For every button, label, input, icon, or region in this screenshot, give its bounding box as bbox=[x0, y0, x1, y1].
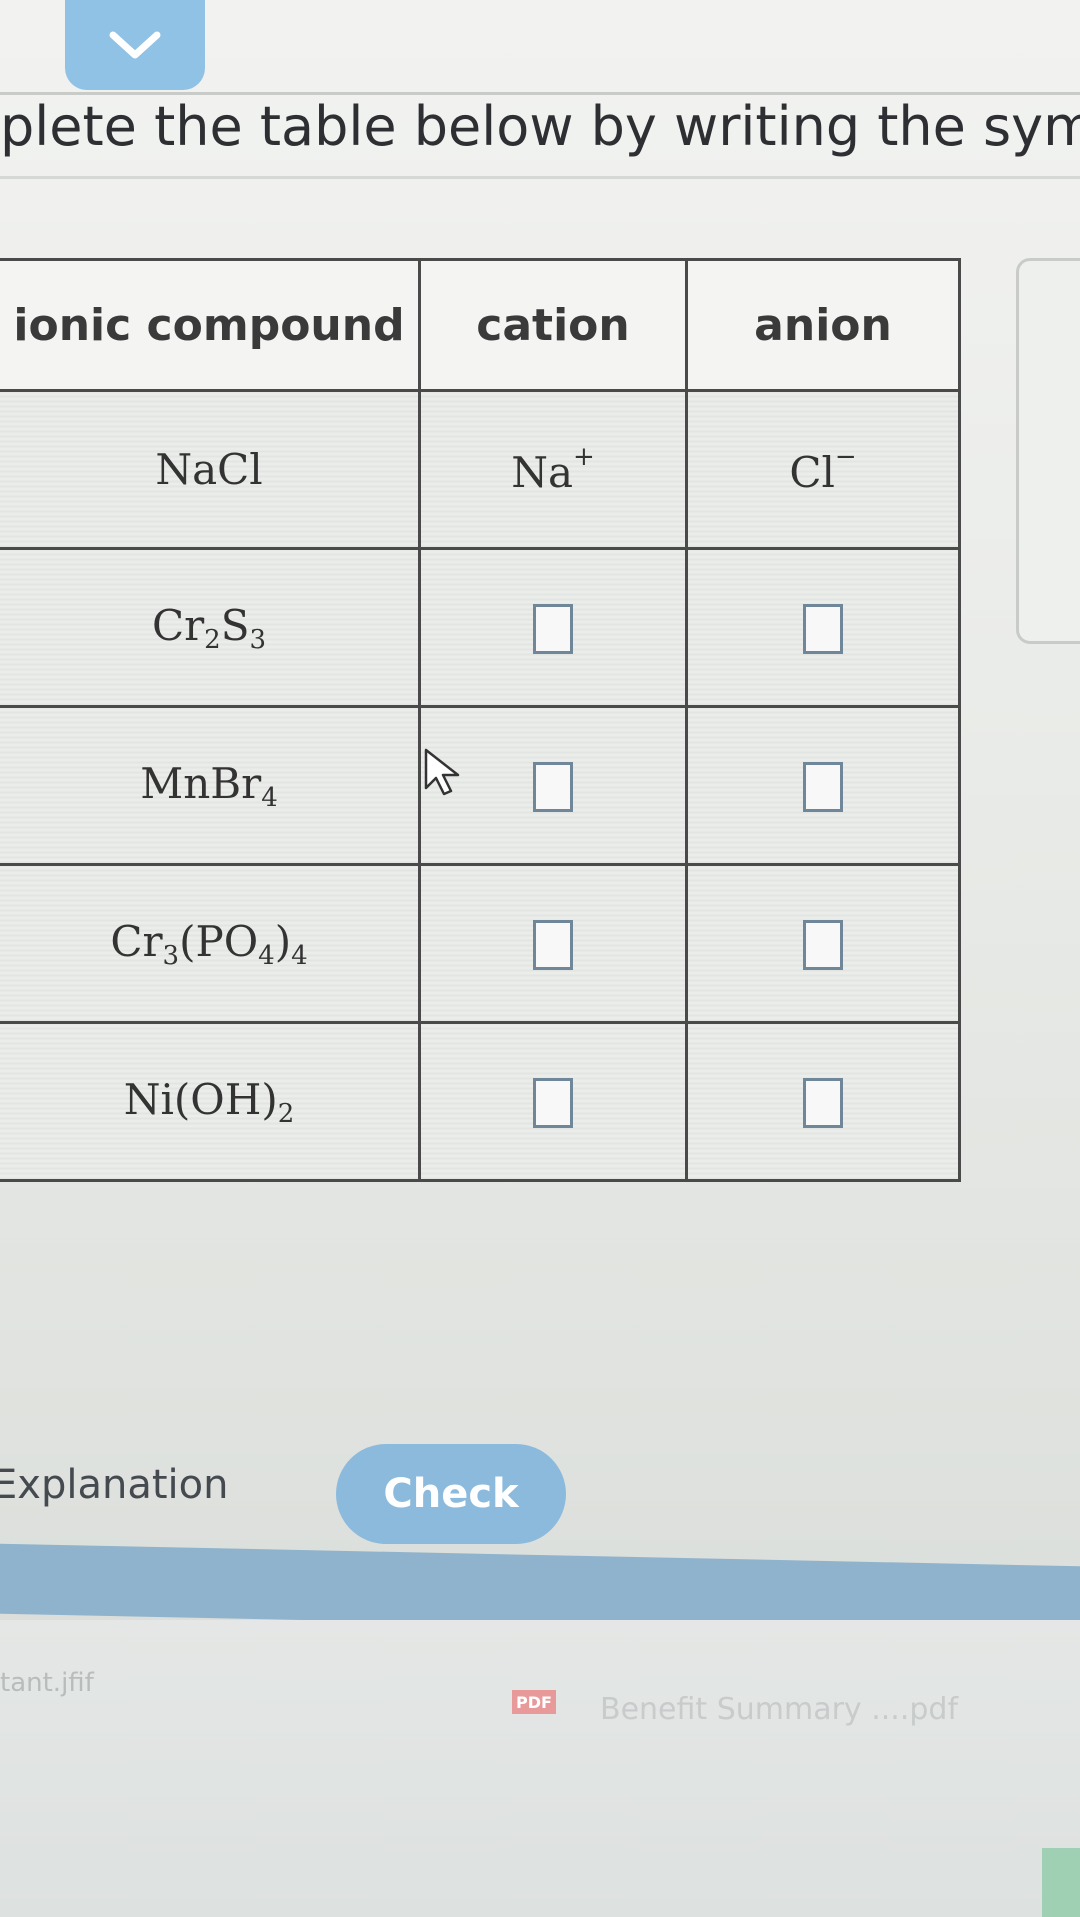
cell-cation[interactable] bbox=[418, 1021, 688, 1182]
cell-cation[interactable] bbox=[418, 547, 688, 708]
cell-anion[interactable] bbox=[685, 863, 961, 1024]
cation-input[interactable] bbox=[533, 920, 573, 970]
download-item-file1[interactable]: tant.jfif bbox=[0, 1668, 94, 1698]
pdf-file-icon: PDF bbox=[512, 1690, 556, 1714]
instruction-divider bbox=[0, 176, 1080, 179]
table-row: MnBr4 bbox=[0, 705, 961, 866]
compound-formula: Cr3(PO4)4 bbox=[110, 916, 308, 971]
cell-anion[interactable] bbox=[685, 547, 961, 708]
corner-tile bbox=[1042, 1848, 1080, 1917]
cell-anion: Cl− bbox=[685, 389, 961, 550]
cell-compound: Cr2S3 bbox=[0, 547, 421, 708]
cell-compound: NaCl bbox=[0, 389, 421, 550]
cell-cation: Na+ bbox=[418, 389, 688, 550]
table-body: NaCl Na+ Cl− Cr2S3 MnBr4 Cr3(PO4)4 Ni(OH)2 bbox=[0, 389, 961, 1182]
chevron-down-icon bbox=[109, 31, 161, 59]
side-panel-card[interactable] bbox=[1016, 258, 1080, 644]
cation-input[interactable] bbox=[533, 604, 573, 654]
screen: plete the table below by writing the sym… bbox=[0, 0, 1080, 1917]
cell-anion[interactable] bbox=[685, 1021, 961, 1182]
anion-input[interactable] bbox=[803, 920, 843, 970]
cation-input[interactable] bbox=[533, 1078, 573, 1128]
cell-anion[interactable] bbox=[685, 705, 961, 866]
cell-compound: Cr3(PO4)4 bbox=[0, 863, 421, 1024]
collapse-button[interactable] bbox=[65, 0, 205, 90]
cell-cation[interactable] bbox=[418, 863, 688, 1024]
table-row: NaCl Na+ Cl− bbox=[0, 389, 961, 550]
column-header-compound: ionic compound bbox=[0, 258, 421, 392]
column-header-anion: anion bbox=[685, 258, 961, 392]
cation: Na+ bbox=[511, 442, 595, 497]
compound-formula: NaCl bbox=[155, 445, 263, 494]
compound-formula: MnBr4 bbox=[140, 758, 278, 813]
ion-table: ionic compound cation anion NaCl Na+ Cl− Cr… bbox=[0, 258, 961, 1182]
compound-formula: Cr2S3 bbox=[151, 600, 267, 655]
table-row: Cr3(PO4)4 bbox=[0, 863, 961, 1024]
anion: Cl− bbox=[789, 442, 857, 497]
mouse-pointer-icon bbox=[424, 748, 460, 796]
anion-input[interactable] bbox=[803, 604, 843, 654]
table-row: Cr2S3 bbox=[0, 547, 961, 708]
explanation-button[interactable]: Explanation bbox=[0, 1462, 228, 1508]
anion-input[interactable] bbox=[803, 1078, 843, 1128]
cell-compound: MnBr4 bbox=[0, 705, 421, 866]
cation-input[interactable] bbox=[533, 762, 573, 812]
instruction-text: plete the table below by writing the sym… bbox=[0, 95, 1080, 158]
anion-input[interactable] bbox=[803, 762, 843, 812]
download-bar bbox=[0, 1620, 1080, 1917]
check-button[interactable]: Check bbox=[336, 1444, 566, 1544]
download-item-file2[interactable]: Benefit Summary ....pdf bbox=[600, 1692, 958, 1727]
compound-formula: Ni(OH)2 bbox=[123, 1074, 295, 1129]
table-header-row: ionic compound cation anion bbox=[0, 258, 961, 392]
cell-compound: Ni(OH)2 bbox=[0, 1021, 421, 1182]
table-row: Ni(OH)2 bbox=[0, 1021, 961, 1182]
column-header-cation: cation bbox=[418, 258, 688, 392]
